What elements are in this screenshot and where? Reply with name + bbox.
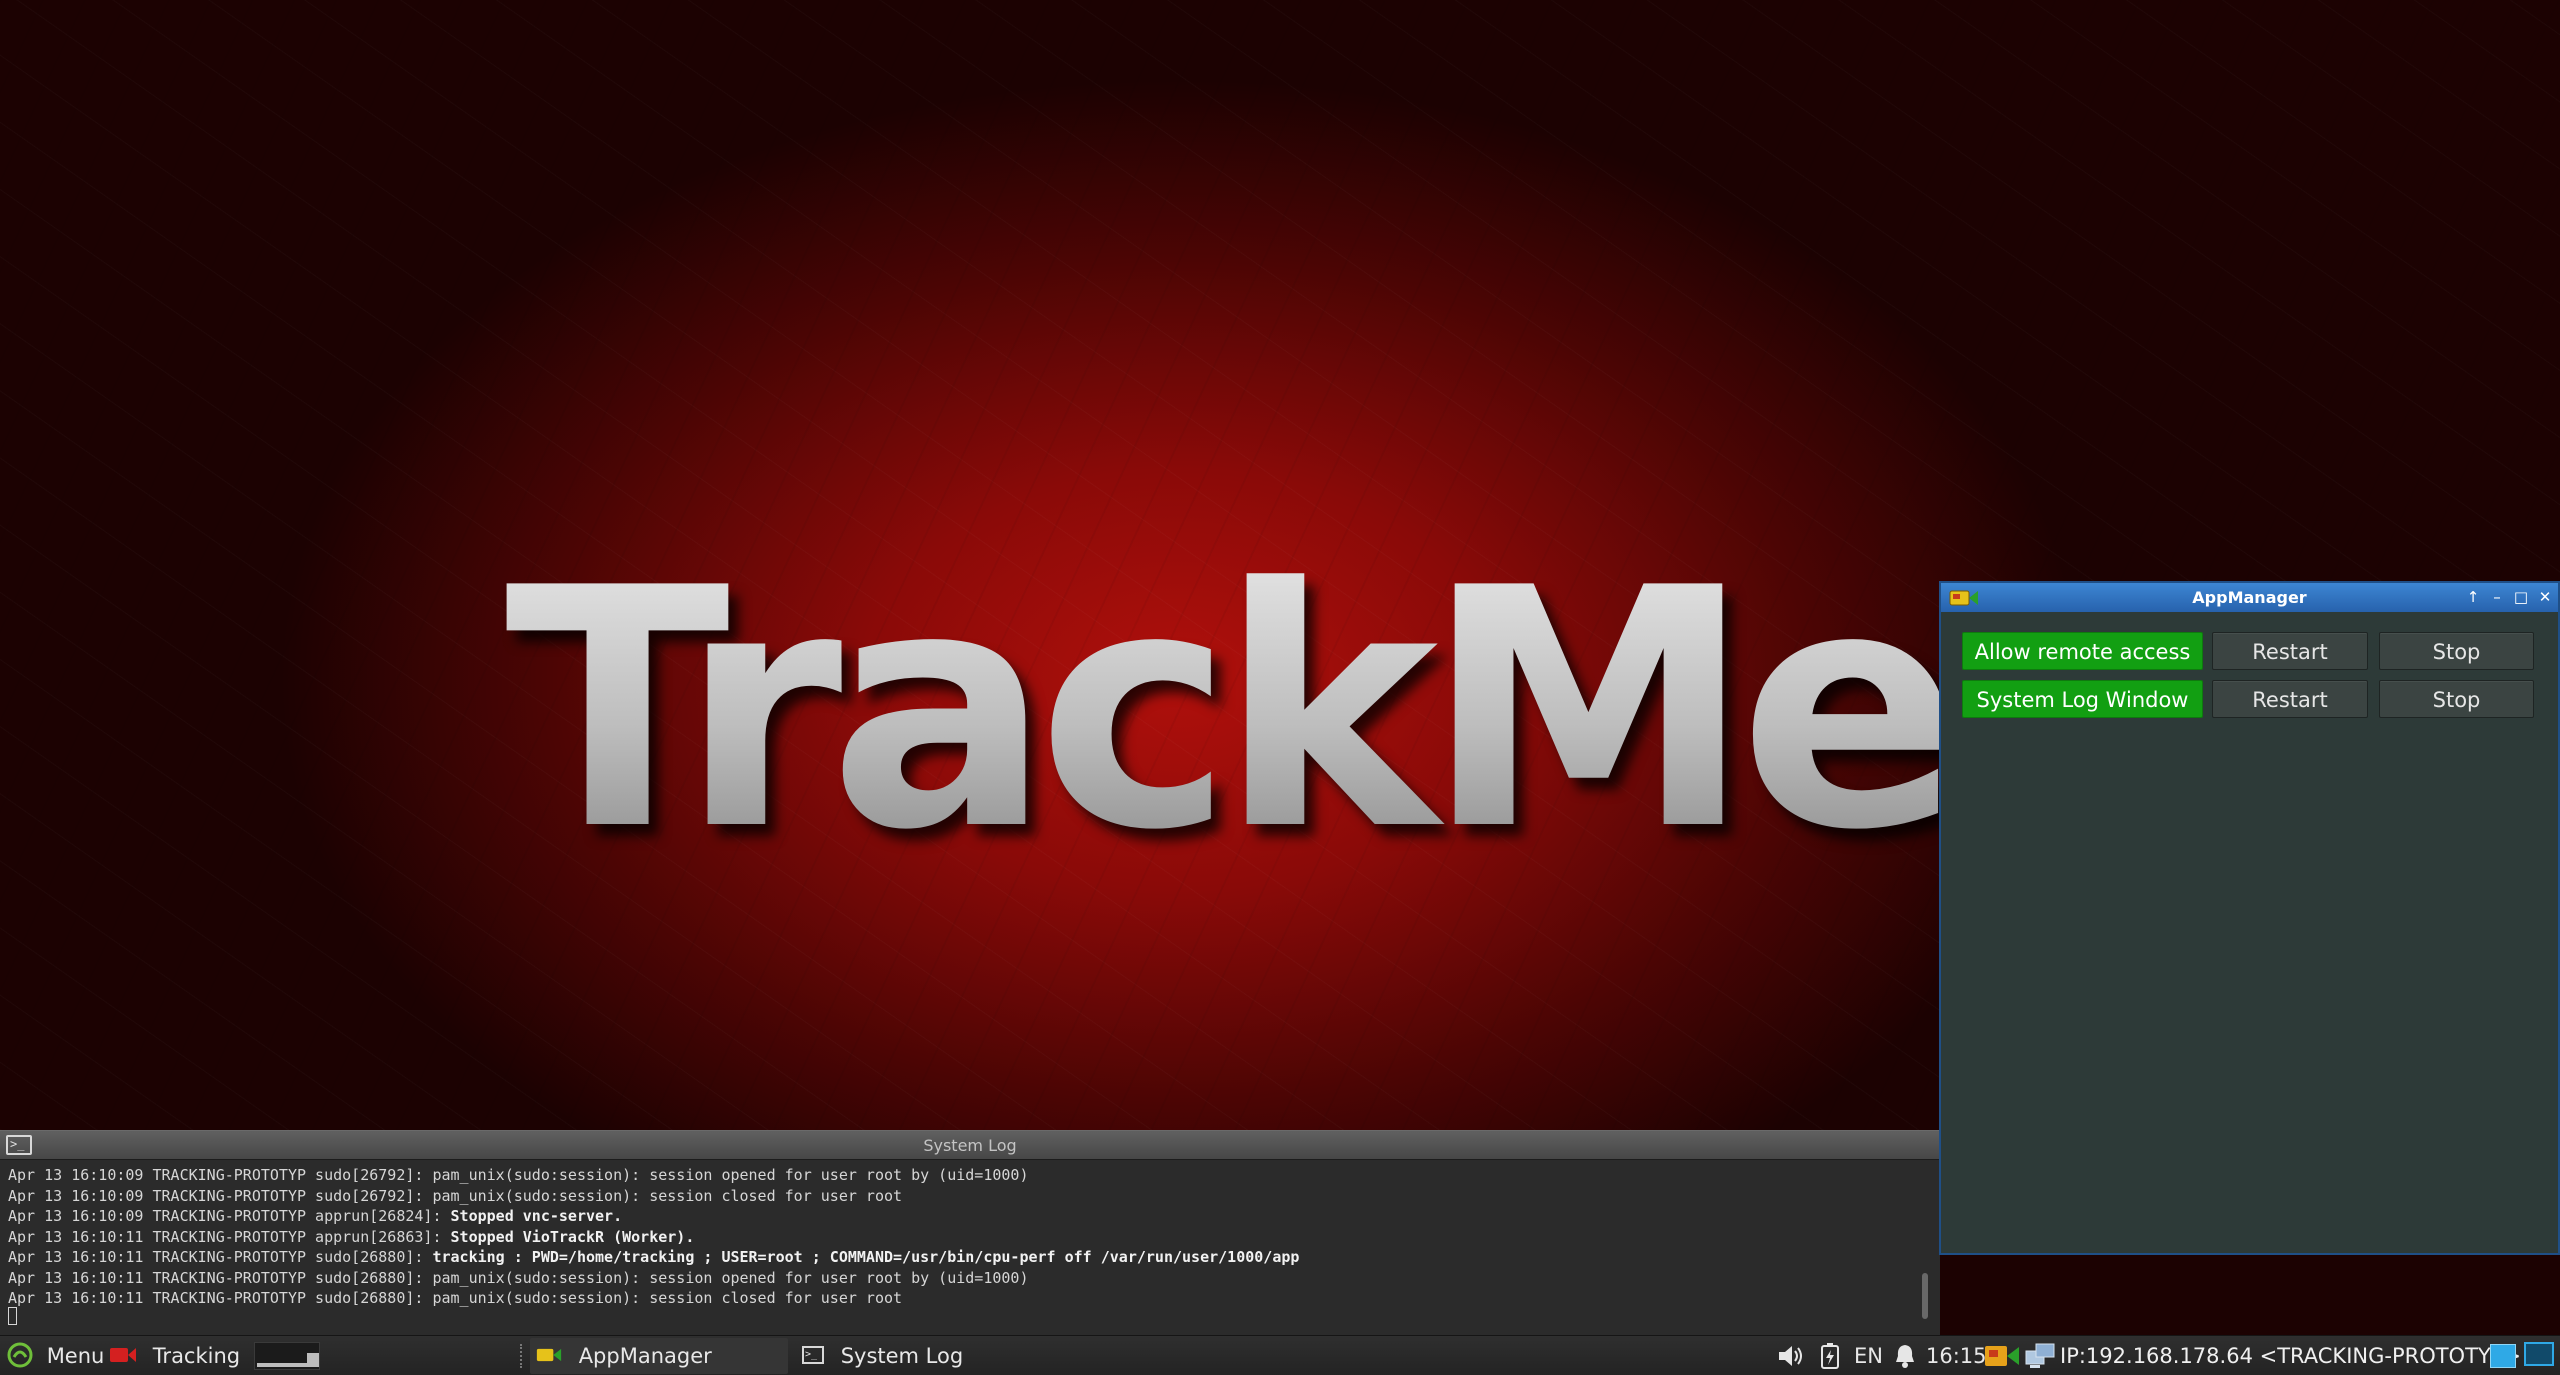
task-appmanager[interactable]: AppManager: [530, 1338, 788, 1374]
log-line: Apr 13 16:10:11 TRACKING-PROTOTYP sudo[2…: [8, 1268, 1888, 1289]
appmanager-titlebar[interactable]: AppManager ↑ – □ ✕: [1941, 583, 2558, 612]
ip-address-label[interactable]: IP:192.168.178.64 <TRACKING-PROTOTYP>: [2060, 1336, 2521, 1375]
video-camera-icon: [110, 1348, 136, 1362]
log-line-message: Stopped vnc-server.: [450, 1207, 623, 1225]
log-line-prefix: Apr 13 16:10:11 TRACKING-PROTOTYP sudo[2…: [8, 1289, 433, 1307]
terminal-task-icon: >_: [802, 1346, 824, 1364]
log-line-prefix: Apr 13 16:10:09 TRACKING-PROTOTYP sudo[2…: [8, 1166, 433, 1184]
log-line: Apr 13 16:10:11 TRACKING-PROTOTYP sudo[2…: [8, 1288, 1888, 1309]
log-line-prefix: Apr 13 16:10:09 TRACKING-PROTOTYP sudo[2…: [8, 1186, 433, 1205]
close-icon[interactable]: ✕: [2535, 587, 2555, 607]
appmanager-task-icon: [536, 1348, 562, 1362]
log-scrollbar-thumb[interactable]: [1922, 1273, 1928, 1319]
maximize-icon[interactable]: □: [2511, 587, 2531, 607]
power-manager-icon[interactable]: [1818, 1342, 1842, 1370]
volume-icon[interactable]: [1776, 1343, 1806, 1369]
log-line-message: pam_unix(sudo:session): session opened f…: [432, 1268, 1029, 1287]
clock[interactable]: 16:15: [1926, 1336, 1987, 1375]
menu-button[interactable]: Menu: [6, 1336, 104, 1375]
network-icon[interactable]: [2024, 1341, 2058, 1371]
task-system-log[interactable]: >_ System Log: [796, 1338, 1056, 1374]
log-line: Apr 13 16:10:09 TRACKING-PROTOTYP sudo[2…: [8, 1165, 1888, 1186]
stop-system-log-button[interactable]: Stop: [2379, 680, 2534, 718]
menu-logo-icon: [7, 1342, 33, 1368]
log-line-message: pam_unix(sudo:session): session closed f…: [432, 1186, 903, 1205]
log-line: Apr 13 16:10:11 TRACKING-PROTOTYP apprun…: [8, 1227, 1888, 1248]
log-line: Apr 13 16:10:09 TRACKING-PROTOTYP sudo[2…: [8, 1186, 1888, 1207]
log-line-prefix: Apr 13 16:10:11 TRACKING-PROTOTYP sudo[2…: [8, 1248, 433, 1266]
restart-remote-access-button[interactable]: Restart: [2212, 632, 2368, 670]
log-line-prefix: Apr 13 16:10:11 TRACKING-PROTOTYP sudo[2…: [8, 1268, 433, 1287]
terminal-cursor: [8, 1307, 17, 1325]
pager-window-preview-2: [307, 1353, 319, 1367]
log-line-message: pam_unix(sudo:session): session closed f…: [432, 1289, 903, 1307]
log-line-prefix: Apr 13 16:10:11 TRACKING-PROTOTYP apprun…: [8, 1227, 451, 1246]
tray-camera-icon[interactable]: [1984, 1342, 2020, 1370]
log-line: Apr 13 16:10:11 TRACKING-PROTOTYP sudo[2…: [8, 1247, 1888, 1268]
wallpaper-logo: TrackMen: [505, 518, 2183, 902]
system-log-titlebar[interactable]: >_ System Log: [0, 1131, 1940, 1160]
system-log-title: System Log: [923, 1136, 1017, 1155]
desktop: TrackMen >_ System Log Apr 13 16:10:09 T…: [0, 0, 2560, 1375]
monitor-icon[interactable]: [2524, 1342, 2554, 1366]
tracking-label: Tracking: [152, 1344, 241, 1368]
stop-remote-access-button[interactable]: Stop: [2379, 632, 2534, 670]
appmanager-window: AppManager ↑ – □ ✕ Allow remote access R…: [1939, 581, 2560, 1255]
keep-above-icon[interactable]: ↑: [2463, 587, 2483, 607]
menu-label: Menu: [46, 1344, 105, 1368]
restart-system-log-button[interactable]: Restart: [2212, 680, 2368, 718]
pager-window-preview: [257, 1363, 307, 1367]
show-desktop-icon[interactable]: [2490, 1344, 2516, 1368]
allow-remote-access-button[interactable]: Allow remote access: [1962, 632, 2203, 670]
keyboard-layout[interactable]: EN: [1854, 1336, 1883, 1375]
workspace-pager[interactable]: [254, 1342, 320, 1370]
log-line-message: pam_unix(sudo:session): session opened f…: [432, 1166, 1029, 1184]
log-line-message: Stopped VioTrackR (Worker).: [450, 1227, 695, 1246]
system-log-window-button[interactable]: System Log Window: [1962, 680, 2203, 718]
system-log-window: >_ System Log Apr 13 16:10:09 TRACKING-P…: [0, 1130, 1940, 1336]
log-line-prefix: Apr 13 16:10:09 TRACKING-PROTOTYP apprun…: [8, 1207, 451, 1225]
tracking-launcher[interactable]: Tracking: [108, 1336, 240, 1375]
taskbar-separator: [520, 1344, 526, 1368]
log-line-message: tracking : PWD=/home/tracking ; USER=roo…: [432, 1248, 1300, 1266]
log-line: Apr 13 16:10:09 TRACKING-PROTOTYP apprun…: [8, 1206, 1888, 1227]
task-appmanager-label: AppManager: [578, 1344, 712, 1368]
notification-bell-icon[interactable]: [1892, 1342, 1918, 1370]
log-output: Apr 13 16:10:09 TRACKING-PROTOTYP sudo[2…: [8, 1165, 1888, 1309]
task-system-log-label: System Log: [840, 1344, 964, 1368]
minimize-icon[interactable]: –: [2487, 587, 2507, 607]
taskbar: Menu Tracking AppManager >_ System Log E…: [0, 1335, 2560, 1375]
